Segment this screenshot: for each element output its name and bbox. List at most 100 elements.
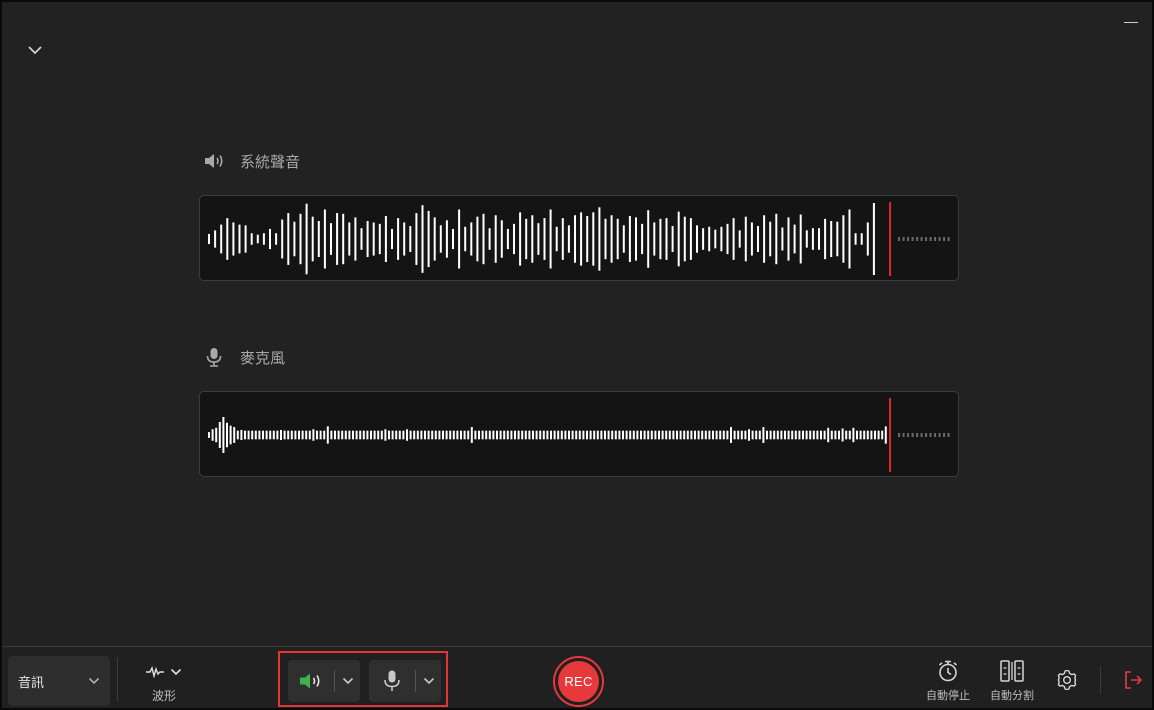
waveform-bar <box>294 430 297 440</box>
waveform-bar <box>836 221 839 257</box>
waveform-bar <box>708 430 711 440</box>
waveform-bar <box>341 430 344 440</box>
waveform-bar <box>845 430 848 440</box>
waveform-bar <box>636 430 639 440</box>
auto-split-label: 自動分割 <box>990 689 1034 702</box>
minimize-button[interactable] <box>1120 12 1142 32</box>
waveform-mode-button[interactable]: 波形 <box>142 661 186 705</box>
waveform-bar <box>697 430 700 440</box>
waveform-bar <box>809 430 812 440</box>
auto-split-button[interactable]: 自動分割 <box>986 659 1038 707</box>
waveform-bar <box>689 218 692 260</box>
system-sound-toggle[interactable] <box>288 660 334 702</box>
playhead-marker[interactable] <box>889 398 892 472</box>
waveform-bar <box>449 430 452 440</box>
microphone-dropdown[interactable] <box>416 660 441 702</box>
waveform-bar <box>388 430 390 440</box>
auto-stop-button[interactable]: 自動停止 <box>922 659 974 707</box>
waveform-bar <box>452 430 455 440</box>
record-button-label: REC <box>558 661 599 702</box>
waveform-bar <box>433 217 436 261</box>
waveform-bar <box>787 217 790 261</box>
exit-button[interactable] <box>1120 667 1146 693</box>
waveform-bar <box>555 226 558 252</box>
waveform-bar <box>413 430 416 440</box>
microphone-waveform-svg <box>208 398 950 472</box>
waveform-bar <box>827 427 830 443</box>
split-icon <box>1000 660 1024 682</box>
waveform-bar <box>403 222 406 256</box>
waveform-bar <box>732 218 735 260</box>
record-button[interactable]: REC <box>553 656 604 707</box>
waveform-bar <box>589 430 592 440</box>
waveform-placeholder-dot <box>898 433 901 437</box>
waveform-bar <box>344 430 347 440</box>
waveform-bar <box>884 426 887 444</box>
waveform-placeholder-dot <box>925 237 928 241</box>
waveform-bar <box>258 430 261 440</box>
waveform-bar <box>317 221 320 257</box>
waveform-bar <box>854 233 857 245</box>
waveform-bar <box>726 430 729 440</box>
waveform-bar <box>866 222 869 256</box>
waveform-bar <box>618 430 621 440</box>
waveform-bar <box>610 215 613 263</box>
exit-icon <box>1125 671 1143 689</box>
waveform-placeholder-dot <box>902 237 905 241</box>
waveform-bar <box>653 222 656 256</box>
collapse-button[interactable] <box>22 38 48 62</box>
waveform-bar <box>740 430 743 440</box>
settings-button[interactable] <box>1054 667 1080 693</box>
timer-icon <box>938 660 958 682</box>
waveform-bar <box>293 221 296 257</box>
waveform-bar <box>604 218 607 260</box>
waveform-bar <box>758 430 761 440</box>
waveform-bar <box>301 430 304 440</box>
waveform-bar <box>751 430 754 440</box>
microphone-toggle[interactable] <box>369 660 415 702</box>
waveform-bar <box>513 223 515 255</box>
waveform-bar <box>586 215 589 263</box>
waveform-bar <box>485 430 488 440</box>
waveform-placeholder-dot <box>907 433 910 437</box>
playhead-marker[interactable] <box>889 202 892 276</box>
waveform-bar <box>737 430 740 440</box>
waveform-bar <box>283 430 286 440</box>
waveform-bar <box>686 430 689 440</box>
waveform-bar <box>654 430 657 440</box>
waveform-bar <box>647 210 650 268</box>
waveform-bar <box>421 205 424 273</box>
waveform-bar <box>287 430 290 440</box>
waveform-bar <box>452 228 454 250</box>
waveform-bar <box>838 430 840 440</box>
waveform-bar <box>820 430 822 440</box>
waveform-bar <box>852 427 855 443</box>
waveform-bar <box>406 429 408 441</box>
gear-icon <box>1057 669 1077 691</box>
waveform-bar <box>553 430 556 440</box>
waveform-bar <box>715 430 718 440</box>
waveform-bar <box>776 430 779 440</box>
waveform-bar <box>514 430 516 440</box>
waveform-bar <box>805 430 808 440</box>
waveform-bar <box>575 430 578 440</box>
waveform-bar <box>510 430 513 440</box>
waveform-bar <box>445 220 448 258</box>
recording-mode-select[interactable]: 音訊 <box>8 656 110 706</box>
waveform-bar <box>299 213 302 265</box>
waveform-bar <box>574 215 576 263</box>
microphone-icon <box>206 348 222 367</box>
waveform-bar <box>424 430 426 440</box>
waveform-bar <box>238 224 241 254</box>
waveform-bar <box>519 212 522 266</box>
waveform-bar <box>280 429 282 441</box>
system-sound-source <box>288 660 360 702</box>
waveform-bar <box>378 223 381 255</box>
waveform-bar <box>787 430 790 440</box>
waveform-bar <box>730 427 732 443</box>
waveform-bar <box>676 430 678 440</box>
system-sound-dropdown[interactable] <box>335 660 360 702</box>
waveform-bar <box>220 224 223 254</box>
waveform-bar <box>748 429 750 441</box>
waveform-placeholder-dot <box>943 237 946 241</box>
